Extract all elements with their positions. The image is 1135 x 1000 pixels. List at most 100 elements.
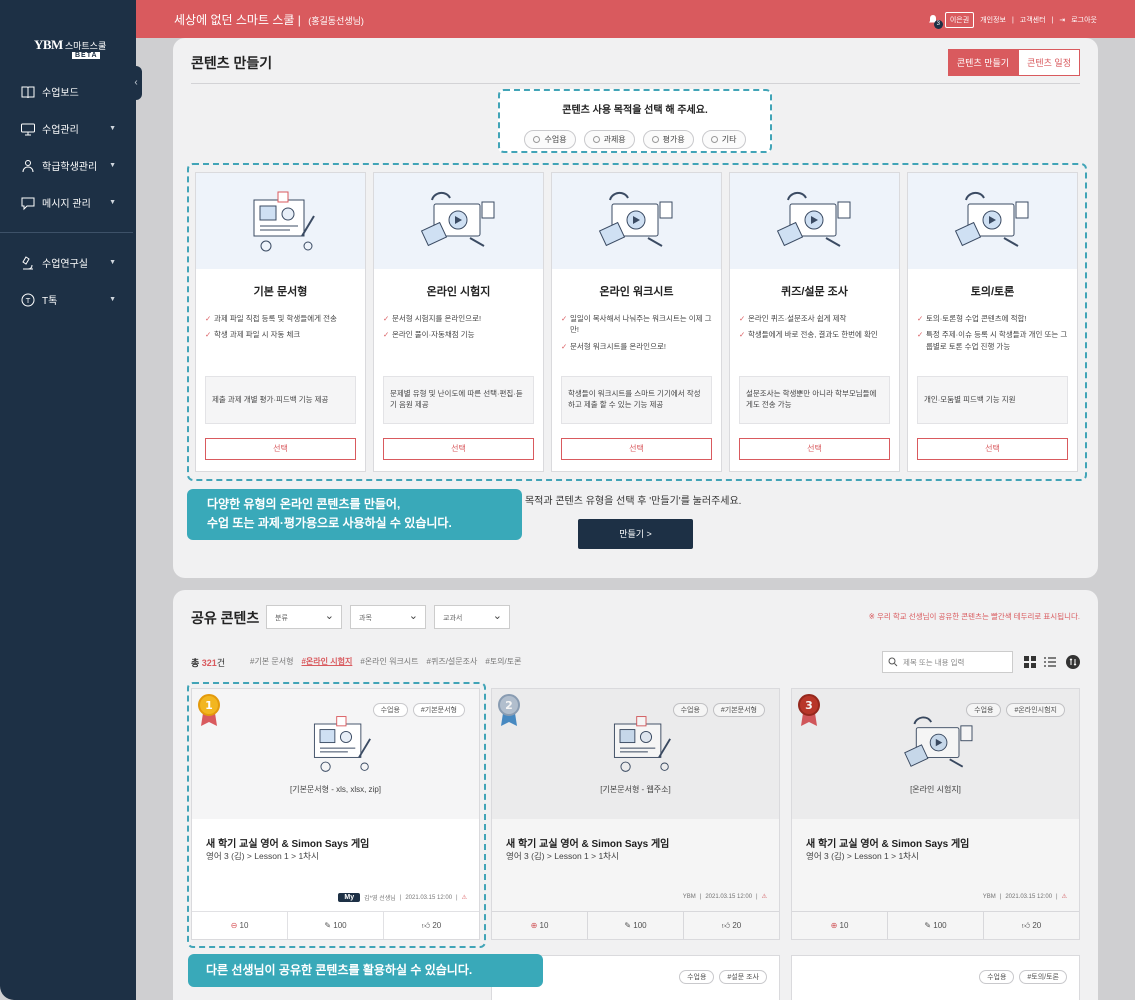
sort-icon[interactable] [1066,655,1080,669]
feature-list: 온라인 퀴즈·설문조사 쉽게 제작 학생들에게 바로 전송, 결과도 한번에 확… [739,313,891,341]
card-title: 퀴즈/설문 조사 [781,286,848,298]
purpose-radio-homework[interactable]: 과제용 [583,130,635,149]
badge-purpose: 수업용 [679,970,715,984]
select-button[interactable]: 선택 [739,438,890,460]
sidebar: YBM 스마트스쿨 BETA 수업보드 수업관리 ▼ 학급학생관리 ▼ 메시지 관… [0,0,136,1000]
purpose-radio-other[interactable]: 기타 [701,130,746,149]
notification-count: 3 [933,20,943,29]
shared-card[interactable]: 2 수업용 #기본문서형 [기본문서형 - 웹주소] 새 학기 교실 영어 & … [491,688,780,940]
total-number: 321 [201,658,217,668]
feature-item: 문서형 시험지를 온라인으로! [383,313,535,325]
user-chip[interactable]: 이은권 [944,12,975,28]
sidebar-item-lesson-board[interactable]: 수업보드 [0,73,136,110]
feature-item: 특정 주제·이슈 등록 시 학생들과 개인 또는 그룹별로 토론 수업 진행 가… [917,329,1069,352]
online-test-illustration-icon [374,173,543,269]
radio-circle-icon [592,136,600,143]
logo-service: 스마트스쿨 [64,41,107,51]
tag-worksheet[interactable]: #온라인 워크시트 [360,656,418,667]
content-type-card-online-test: 온라인 시험지 문서형 시험지를 온라인으로! 온라인 풀이·자동채점 기능 문… [373,172,544,472]
sidebar-divider [0,232,133,233]
tag-discussion[interactable]: #토의/토론 [485,656,521,667]
feature-item: 일일이 복사해서 나눠주는 워크시트는 이제 그만! [561,313,713,336]
card-note: 설문조사는 학생뿐만 아니라 학부모님들에게도 전송 가능 [739,376,890,424]
feature-list: 문서형 시험지를 온라인으로! 온라인 풀이·자동채점 기능 [383,313,535,341]
caret-down-icon: ▼ [109,162,116,169]
create-hint: 용 목적과 콘텐츠 유형을 선택 후 '만들기'를 눌러주세요. [513,496,742,507]
sidebar-item-label: 메시지 관리 [42,199,91,210]
teacher-name: (홍길동선생님) [308,16,364,26]
purpose-radio-lesson[interactable]: 수업용 [524,130,576,149]
total-count: 총 321건 [191,656,225,669]
purpose-question: 콘텐츠 사용 목적을 선택 해 주세요. [562,105,708,116]
sidebar-item-label: 수업보드 [42,88,79,99]
shared-card-peek[interactable]: 수업용 #토의/토론 [791,955,1080,1000]
quiz-illustration-icon [730,173,899,269]
tag-quiz[interactable]: #퀴즈/설문조사 [427,656,478,667]
tooltip-create: 다양한 유형의 온라인 콘텐츠를 만들어, 수업 또는 과제·평가용으로 사용하… [187,489,522,540]
select-button[interactable]: 선택 [917,438,1068,460]
tag-online-test[interactable]: #온라인 시험지 [301,656,352,667]
highlight-frame [187,682,486,948]
sidebar-item-messages[interactable]: 메시지 관리 ▼ [0,184,136,221]
card-title: 온라인 워크시트 [599,286,674,298]
radio-label: 수업용 [544,135,567,144]
tab-content-schedule[interactable]: 콘텐츠 일정 [1018,49,1080,76]
tooltip-line: 수업 또는 과제·평가용으로 사용하실 수 있습니다. [207,515,452,530]
logout-icon[interactable]: ⇥ [1059,16,1065,24]
card-dim-overlay [492,689,779,939]
svg-text:T: T [25,297,31,305]
search-input[interactable]: 제목 또는 내용 입력 [882,651,1013,673]
notification-bell-icon[interactable]: 3 [927,14,943,29]
message-icon [21,197,35,210]
sidebar-item-lesson-manage[interactable]: 수업관리 ▼ [0,110,136,147]
search-icon [888,657,898,667]
sidebar-item-research[interactable]: 수업연구실 ▼ [0,244,136,281]
feature-item: 학생들에게 바로 전송, 결과도 한번에 확인 [739,329,891,341]
sidebar-collapse-button[interactable]: ‹ [130,66,142,100]
feature-item: 문서형 워크시트를 온라인으로! [561,341,713,353]
select-button[interactable]: 선택 [561,438,712,460]
feature-list: 토의·토론형 수업 콘텐츠에 적합! 특정 주제·이슈 등록 시 학생들과 개인… [917,313,1069,352]
t-talk-icon: T [21,293,35,306]
feature-list: 과제 파일 직접 등록 및 학생들에게 전송 학생 과제 파일 시 자동 체크 [205,313,357,341]
card-note: 문제별 유형 및 난이도에 따른 선택·편집·듣기 음원 제공 [383,376,534,424]
card-title: 온라인 시험지 [426,286,491,298]
badge-purpose: 수업용 [979,970,1015,984]
link-support[interactable]: 고객센터 [1020,15,1046,25]
purpose-radio-assessment[interactable]: 평가용 [642,130,694,149]
textbook-select[interactable]: 교과서 [434,605,510,629]
list-view-icon[interactable] [1044,656,1056,668]
content-type-cards: 기본 문서형 과제 파일 직접 등록 및 학생들에게 전송 학생 과제 파일 시… [187,163,1087,481]
make-button[interactable]: 만들기 > [578,519,693,549]
sidebar-nav-main: 수업보드 수업관리 ▼ 학급학생관리 ▼ 메시지 관리 ▼ [0,73,136,221]
content-type-card-discussion: 토의/토론 토의·토론형 수업 콘텐츠에 적합! 특정 주제·이슈 등록 시 학… [907,172,1078,472]
tab-create-content[interactable]: 콘텐츠 만들기 [947,49,1019,76]
sidebar-item-t-talk[interactable]: T T톡 ▼ [0,281,136,318]
tooltip-shared: 다른 선생님이 공유한 콘텐츠를 활용하실 수 있습니다. [188,954,543,987]
section-title: 공유 콘텐츠 [191,610,260,626]
card-note: 제출 과제 개별 평가·피드백 기능 제공 [205,376,356,424]
card-title: 기본 문서형 [253,286,308,298]
select-button[interactable]: 선택 [205,438,356,460]
tag-document[interactable]: #기본 문서형 [250,656,293,667]
select-button[interactable]: 선택 [383,438,534,460]
grid-view-icon[interactable] [1024,656,1036,668]
caret-down-icon: ▼ [109,259,116,266]
subject-select[interactable]: 과목 [350,605,426,629]
sidebar-item-class-students[interactable]: 학급학생관리 ▼ [0,147,136,184]
beta-badge: BETA [72,52,100,59]
content-type-card-quiz-survey: 퀴즈/설문 조사 온라인 퀴즈·설문조사 쉽게 제작 학생들에게 바로 전송, … [729,172,900,472]
book-icon [21,86,35,98]
radio-circle-icon [533,136,541,143]
tooltip-line: 다양한 유형의 온라인 콘텐츠를 만들어, [207,497,401,511]
ybm-logo[interactable]: YBM 스마트스쿨 BETA [34,36,106,59]
link-profile[interactable]: 개인정보 [980,15,1006,25]
sidebar-item-label: T톡 [42,296,58,307]
category-select[interactable]: 분류 [266,605,342,629]
radio-circle-icon [710,136,718,143]
shared-card[interactable]: 3 수업용 #온라인시험지 [온라인 시험지] 새 학기 교실 영어 & Sim… [791,688,1080,940]
link-logout[interactable]: 로그아웃 [1071,15,1097,25]
school-title: 세상에 없던 스마트 스쿨 | (홍길동선생님) [174,13,364,27]
caret-down-icon: ▼ [109,199,116,206]
logo-text: YBM [34,37,63,52]
